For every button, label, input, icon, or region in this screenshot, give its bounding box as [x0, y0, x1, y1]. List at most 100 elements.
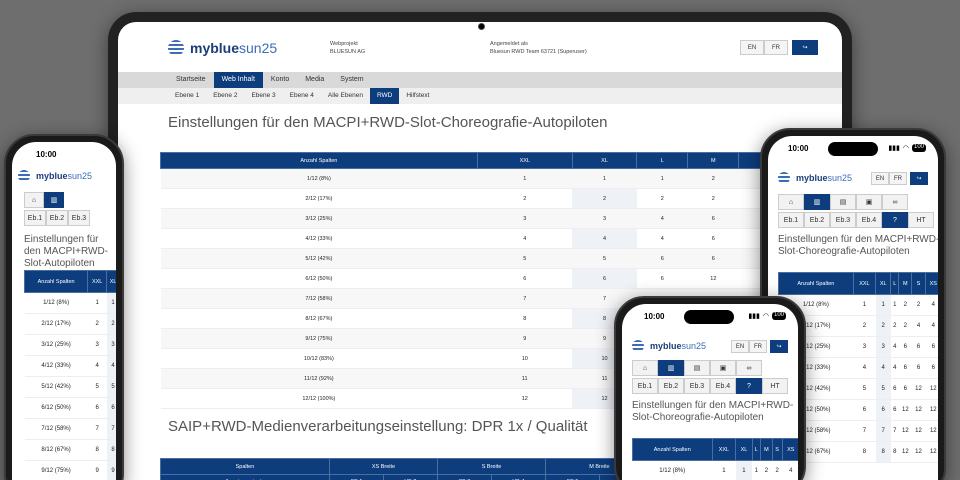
left-phone-table: Anzahl Spalten XXL XL 1/12 (8%) 1 1 2/12 (17%)… — [23, 270, 116, 480]
table-cell: 8/12 (67%) — [160, 308, 478, 329]
table-cell: 7/12 (58%) — [24, 418, 88, 440]
map-icon[interactable]: ▥ — [804, 194, 830, 210]
tab-eb3[interactable]: Eb.3 — [68, 210, 90, 226]
table-cell: 4 — [925, 315, 938, 337]
tab-ht[interactable]: HT — [762, 378, 788, 394]
table-cell: 4 — [572, 228, 637, 249]
map-icon[interactable]: ▥ — [44, 192, 64, 208]
logout-icon[interactable]: ↪ — [770, 340, 788, 353]
tab-eb2[interactable]: Eb.2 — [658, 378, 684, 394]
tab-eb1[interactable]: Eb.1 — [24, 210, 46, 226]
logo-icon — [168, 40, 184, 56]
logo[interactable]: mybluesun25 — [778, 172, 852, 184]
table-cell: 6 — [687, 208, 739, 229]
wifi-icon: ◠ — [762, 313, 769, 320]
lang-fr-button[interactable]: FR — [764, 40, 788, 55]
home-icon[interactable]: ⌂ — [778, 194, 804, 210]
logout-icon[interactable]: ↪ — [792, 40, 818, 55]
subnav-item-rwd[interactable]: RWD — [369, 88, 400, 104]
subnav-item-ebene-4[interactable]: Ebene 4 — [283, 88, 321, 104]
center-phone-table: Anzahl Spalten XXL XL L M S XS 1/12 (8%) 1 1 1 2 2 4 — [632, 438, 798, 480]
nav-item-web-inhalt[interactable]: Web Inhalt — [213, 72, 263, 88]
map-icon[interactable]: ▥ — [658, 360, 684, 376]
tab-eb1[interactable]: Eb.1 — [632, 378, 658, 394]
table-cell: 3 — [477, 208, 573, 229]
home-icon[interactable]: ⌂ — [632, 360, 658, 376]
table-cell: 5 — [875, 378, 891, 400]
home-icon[interactable]: ⌂ — [24, 192, 44, 208]
tab-eb1[interactable]: Eb.1 — [778, 212, 804, 228]
table-cell: 2 — [687, 168, 739, 189]
table-cell: 9/12 (75%) — [24, 460, 88, 480]
tab-eb4[interactable]: Eb.4 — [856, 212, 882, 228]
column-header: S — [771, 438, 783, 461]
logout-icon[interactable]: ↪ — [910, 172, 928, 185]
table-cell: 6 — [898, 357, 912, 379]
column-header: Anzahl Spalten — [160, 152, 478, 169]
table-cell: 5 — [106, 376, 116, 398]
tab-eb2[interactable]: Eb.2 — [46, 210, 68, 226]
table-row: 2/12 (17%)222244 — [160, 188, 842, 209]
tab-help[interactable]: ? — [736, 378, 762, 394]
tab-eb2[interactable]: Eb.2 — [804, 212, 830, 228]
subnav-item-ebene-1[interactable]: Ebene 1 — [168, 88, 206, 104]
language-switcher: EN FR ↪ — [740, 40, 818, 55]
lang-fr-button[interactable]: FR — [889, 172, 907, 185]
document-icon[interactable]: ▤ — [684, 360, 710, 376]
subnav-item-ebene-2[interactable]: Ebene 2 — [206, 88, 244, 104]
table-cell: 6 — [898, 378, 912, 400]
tab-help[interactable]: ? — [882, 212, 908, 228]
subnav-item-hilfstext[interactable]: Hilfstext — [399, 88, 436, 104]
subnav-item-ebene-3[interactable]: Ebene 3 — [244, 88, 282, 104]
link-icon[interactable]: ∞ — [736, 360, 762, 376]
table-cell: 3 — [87, 334, 107, 356]
nav-item-media[interactable]: Media — [297, 72, 332, 88]
table-cell: 12 — [925, 441, 938, 463]
table-cell: 7/12 (58%) — [160, 288, 478, 309]
table-cell: 4 — [853, 357, 876, 379]
table-row: 3/12 (25%) 3 3 — [24, 334, 116, 356]
nav-item-startseite[interactable]: Startseite — [168, 72, 214, 88]
column-header: XS Breite — [328, 458, 438, 475]
tab-eb4[interactable]: Eb.4 — [710, 378, 736, 394]
page-title: Einstellungen für den MACPI+RWD-Slot-Cho… — [778, 234, 938, 257]
tab-eb3[interactable]: Eb.3 — [830, 212, 856, 228]
table-cell: 5/12 (42%) — [24, 376, 88, 398]
table-row: 1/12 (8%)111224 — [632, 460, 798, 480]
wifi-icon: ◠ — [902, 145, 909, 152]
table-cell: 2 — [772, 460, 782, 480]
image-icon[interactable]: ▣ — [856, 194, 882, 210]
tab-eb3[interactable]: Eb.3 — [684, 378, 710, 394]
table-cell: 2 — [636, 188, 688, 209]
column-header: XXL — [711, 438, 737, 461]
table-cell: 2 — [477, 188, 573, 209]
table-header-row: Anzahl SpaltenXXLXLLMSXS — [778, 272, 938, 295]
table-cell: 2 — [875, 315, 891, 337]
image-icon[interactable]: ▣ — [710, 360, 736, 376]
status-time: 10:00 — [644, 312, 665, 321]
lang-en-button[interactable]: EN — [871, 172, 889, 185]
table-cell: 2 — [853, 315, 876, 337]
table-cell: 8 — [875, 441, 891, 463]
document-icon[interactable]: ▤ — [830, 194, 856, 210]
table-cell: 6 — [853, 399, 876, 421]
link-icon[interactable]: ∞ — [882, 194, 908, 210]
logo[interactable]: mybluesun25 — [168, 40, 277, 56]
status-icons: ▮▮▮ ◠ 100 — [748, 312, 786, 320]
lang-fr-button[interactable]: FR — [749, 340, 767, 353]
table-row: 5/12 (42%) 5 5 — [24, 376, 116, 398]
logo[interactable]: mybluesun25 — [632, 340, 706, 352]
nav-item-konto[interactable]: Konto — [263, 72, 297, 88]
sub-header: VB.2 — [382, 474, 438, 480]
lang-en-button[interactable]: EN — [740, 40, 764, 55]
table-cell: 4 — [890, 357, 899, 379]
table-cell: 4 — [636, 228, 688, 249]
table-cell: 12 — [687, 268, 739, 289]
table-cell: 8 — [853, 441, 876, 463]
nav-item-system[interactable]: System — [332, 72, 371, 88]
logo-icon — [632, 340, 644, 352]
lang-en-button[interactable]: EN — [731, 340, 749, 353]
logo[interactable]: mybluesun25 — [18, 170, 92, 182]
tab-ht[interactable]: HT — [908, 212, 934, 228]
subnav-item-alle-ebenen[interactable]: Alle Ebenen — [321, 88, 370, 104]
